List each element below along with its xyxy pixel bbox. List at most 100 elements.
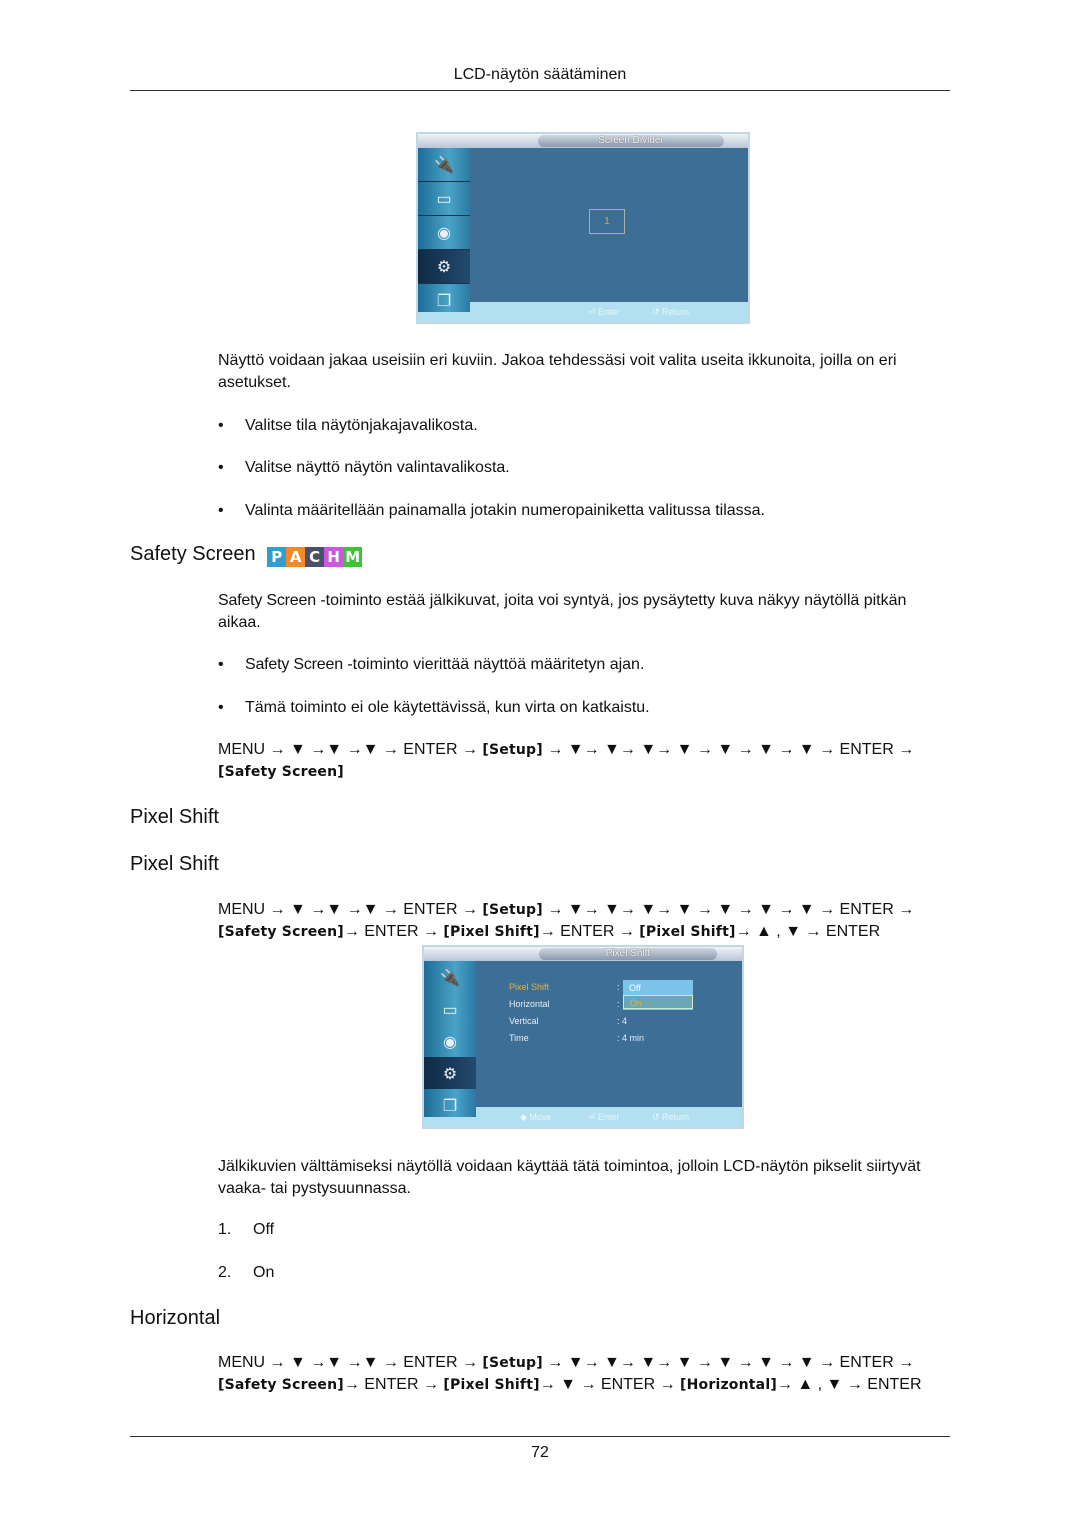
- safety-screen-menu-ref: [Safety Screen]: [218, 1377, 344, 1393]
- osd-footer: ◆ Move ⏎ Enter ↺ Return: [476, 1107, 742, 1127]
- dropdown-option-on[interactable]: On: [623, 995, 693, 1009]
- pixel-shift-paragraph: Jälkikuvien välttämiseksi näytöllä voida…: [218, 1158, 921, 1197]
- osd-value-vertical: : 4: [617, 1016, 628, 1026]
- mode-badge-m: M: [343, 547, 363, 567]
- safety-screen-heading: Safety Screen P A C H M: [130, 543, 363, 567]
- setup-gear-icon: ⚙: [442, 1065, 458, 1083]
- path-line-1: MENU → ▼ →▼ →▼ → ENTER → [Setup] → ▼→ ▼→…: [218, 1352, 958, 1374]
- safety-screen-menu-path: MENU → ▼ →▼ →▼ → ENTER → [Setup] → ▼→ ▼→…: [218, 739, 958, 783]
- bullet-text: Valinta määritellään painamalla jotakin …: [245, 502, 765, 519]
- pixel-shift-dropdown[interactable]: Off On: [623, 980, 693, 1010]
- setup-menu-ref: [Setup]: [482, 1355, 543, 1371]
- mode-badge-a: A: [286, 547, 306, 567]
- intro-paragraph: Näyttö voidaan jakaa useisiin eri kuviin…: [218, 352, 897, 391]
- path-seg: → ▼→ ▼→ ▼→ ▼ → ▼ → ▼ → ▼ → ENTER →: [542, 741, 915, 758]
- osd-footer: ⏎ Enter ↺ Return: [470, 302, 748, 322]
- osd-item-pixel-shift[interactable]: Pixel Shift: [509, 982, 549, 992]
- osd-tab-sound[interactable]: ◉: [418, 216, 470, 250]
- pixel-shift-menu-ref: [Pixel Shift]: [443, 1377, 540, 1393]
- enter-hint: ⏎ Enter: [588, 307, 620, 317]
- osd-tab-sound[interactable]: ◉: [424, 1025, 476, 1059]
- setup-menu-ref: [Setup]: [482, 742, 543, 758]
- option-label: Off: [253, 1221, 275, 1238]
- horizontal-heading: Horizontal: [130, 1307, 221, 1329]
- safety-screen-menu-ref: [Safety Screen]: [218, 764, 344, 780]
- screen-divider-selection[interactable]: 1: [589, 209, 625, 234]
- path-seg: MENU → ▼ →▼ →▼ → ENTER →: [218, 741, 483, 758]
- term: Safety Screen: [245, 656, 343, 673]
- picture-icon: ▭: [436, 190, 452, 208]
- bullet-dot: •: [218, 459, 224, 476]
- osd-item-horizontal[interactable]: Horizontal: [509, 999, 550, 1009]
- page-header-title: LCD-näytön säätäminen: [453, 66, 627, 83]
- multi-control-icon: ❐: [442, 1097, 458, 1115]
- path-seg: → ENTER →: [539, 923, 640, 940]
- input-icon: 🔌: [440, 969, 460, 987]
- osd-tab-setup[interactable]: ⚙: [424, 1057, 476, 1091]
- move-label: Move: [529, 1112, 552, 1122]
- bullet-text: Tämä toiminto ei ole käytettävissä, kun …: [245, 699, 650, 716]
- osd-tab-setup[interactable]: ⚙: [418, 250, 470, 284]
- osd-footer-left: [424, 1117, 476, 1127]
- osd-value-time: : 4 min: [617, 1033, 645, 1043]
- pixel-shift-menu-path: MENU → ▼ →▼ →▼ → ENTER → [Setup] → ▼→ ▼→…: [218, 899, 958, 943]
- setup-gear-icon: ⚙: [436, 258, 452, 276]
- bullet-text: Safety Screen -toiminto vierittää näyttö…: [245, 654, 644, 676]
- dropdown-option-off[interactable]: Off: [623, 981, 693, 995]
- move-hint: ◆ Move: [520, 1112, 552, 1122]
- osd-title: Pixel Shift: [539, 948, 717, 960]
- header-rule: [130, 90, 950, 91]
- osd-sidebar: 🔌 ▭ ◉ ⚙ ❐: [418, 148, 470, 322]
- option-number: 1.: [218, 1221, 232, 1238]
- return-label: Return: [662, 1112, 690, 1122]
- paragraph-rest: -toiminto estää jälkikuvat, joita voi sy…: [218, 592, 907, 631]
- osd-value-horizontal: :: [617, 999, 620, 1009]
- pixel-shift-heading: Pixel Shift: [130, 806, 219, 828]
- osd-title: Screen Divider: [538, 135, 724, 147]
- enter-label: Enter: [598, 1112, 620, 1122]
- osd-item-time[interactable]: Time: [509, 1033, 529, 1043]
- sound-icon: ◉: [443, 1033, 457, 1051]
- bullet-text: Valitse tila näytönjakajavalikosta.: [245, 417, 478, 434]
- sound-icon: ◉: [437, 224, 451, 242]
- osd-tab-input[interactable]: 🔌: [424, 961, 476, 995]
- setup-menu-ref: [Setup]: [482, 902, 543, 918]
- osd-tab-picture[interactable]: ▭: [424, 993, 476, 1027]
- osd-item-vertical[interactable]: Vertical: [509, 1016, 539, 1026]
- enter-label: Enter: [598, 307, 620, 317]
- path-seg: → ENTER →: [343, 923, 444, 940]
- option-label: On: [253, 1264, 275, 1281]
- path-line-2: [Safety Screen]→ ENTER → [Pixel Shift]→ …: [218, 921, 958, 943]
- input-icon: 🔌: [434, 156, 454, 174]
- pixel-shift-menu-ref: [Pixel Shift]: [443, 924, 540, 940]
- mode-badge-p: P: [267, 547, 287, 567]
- path-line-1: MENU → ▼ →▼ →▼ → ENTER → [Setup] → ▼→ ▼→…: [218, 739, 958, 761]
- path-seg: → ▼→ ▼→ ▼→ ▼ → ▼ → ▼ → ▼ → ENTER →: [542, 901, 915, 918]
- path-seg: → ▲ , ▼ → ENTER: [776, 1376, 922, 1393]
- bullet-dot: •: [218, 417, 224, 434]
- osd-tab-input[interactable]: 🔌: [418, 148, 470, 182]
- horizontal-menu-ref: [Horizontal]: [680, 1377, 777, 1393]
- footer-rule: [130, 1436, 950, 1437]
- option-number: 2.: [218, 1264, 232, 1281]
- term: Safety Screen: [218, 592, 316, 609]
- enter-hint: ⏎ Enter: [588, 1112, 620, 1122]
- bullet-dot: •: [218, 699, 224, 716]
- bullet-dot: •: [218, 502, 224, 519]
- osd-pixel-shift: Pixel Shift 🔌 ▭ ◉ ⚙ ❐ Pixel Shift Horizo…: [422, 945, 744, 1129]
- multi-control-icon: ❐: [436, 292, 452, 310]
- safety-screen-menu-ref: [Safety Screen]: [218, 924, 344, 940]
- return-label: Return: [662, 307, 690, 317]
- osd-sidebar: 🔌 ▭ ◉ ⚙ ❐: [424, 961, 476, 1127]
- osd-tab-picture[interactable]: ▭: [418, 182, 470, 216]
- path-seg: MENU → ▼ →▼ →▼ → ENTER →: [218, 901, 483, 918]
- osd-footer-left: [418, 312, 470, 322]
- return-hint: ↺ Return: [652, 307, 690, 317]
- osd-screen-divider: Screen Divider 🔌 ▭ ◉ ⚙ ❐ 1 ⏎ Enter ↺ Ret…: [416, 132, 750, 324]
- path-seg: MENU → ▼ →▼ →▼ → ENTER →: [218, 1354, 483, 1371]
- bullet-dot: •: [218, 656, 224, 673]
- pixel-shift-subheading: Pixel Shift: [130, 853, 219, 875]
- bullet-text: Valitse näyttö näytön valintavalikosta.: [245, 459, 510, 476]
- path-seg: → ▼→ ▼→ ▼→ ▼ → ▼ → ▼ → ▼ → ENTER →: [542, 1354, 915, 1371]
- horizontal-menu-path: MENU → ▼ →▼ →▼ → ENTER → [Setup] → ▼→ ▼→…: [218, 1352, 958, 1396]
